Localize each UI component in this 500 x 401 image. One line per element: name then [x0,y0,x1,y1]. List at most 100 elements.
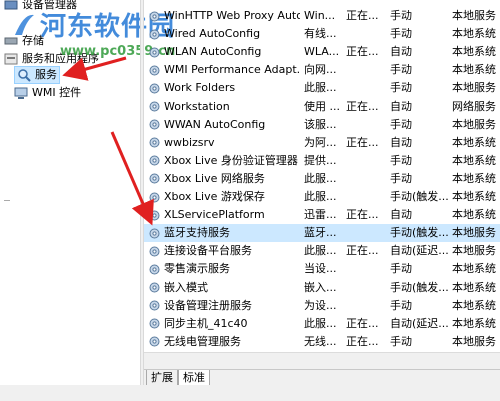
service-row[interactable]: 设备管理注册服务 为设... 手动 本地系统 [144,297,500,315]
service-status: 正在... [346,316,379,330]
service-logon-as: 本地服务 [452,81,496,95]
service-name-cell: WinHTTP Web Proxy Auto... [148,7,300,25]
service-row[interactable]: Workstation 使用 ... 正在... 自动 网络服务 [144,98,500,116]
service-startup-type: 手动 [390,9,412,22]
service-gear-icon [149,101,160,112]
service-startup-type: 自动 [390,135,412,149]
service-name: 嵌入模式 [164,280,208,294]
service-description: 使用 ... [304,99,340,113]
console-tree: 设备管理器 存储 服务和应用程序 服务 WMI 控件 [0,0,140,401]
tree-item-label: 存储 [22,34,44,47]
service-name: Work Folders [164,81,236,95]
service-row[interactable]: Xbox Live 网络服务 此服... 手动 本地系统 [144,170,500,188]
service-description: 提供... [304,153,337,167]
service-logon-as: 网络服务 [452,99,496,113]
service-status: 正在... [346,99,379,113]
service-name: WWAN AutoConfig [164,117,266,131]
service-gear-icon [149,300,160,311]
service-row[interactable]: WWAN AutoConfig 该服... 手动 本地服务 [144,116,500,134]
service-gear-icon [149,192,160,202]
storage-icon [4,34,18,48]
service-name: Xbox Live 网络服务 [164,171,265,185]
service-logon-as: 本地系统 [452,298,496,312]
device-manager-icon [4,0,18,12]
service-startup-type: 手动 [390,27,412,41]
service-row[interactable]: WLAN AutoConfig WLA... 正在... 自动 本地系统 [144,43,500,61]
service-row[interactable]: Xbox Live 身份验证管理器 提供... 手动 本地系统 [144,152,500,170]
service-name: Xbox Live 身份验证管理器 [164,153,298,167]
service-gear-icon [149,29,160,40]
service-name: WinHTTP Web Proxy Auto... [164,9,300,22]
service-startup-type: 手动 [390,153,412,167]
service-name: Workstation [164,99,230,113]
service-row[interactable]: XLServicePlatform 迅雷... 正在... 自动 本地系统 [144,206,500,224]
service-gear-icon [149,65,160,76]
service-status: 正在... [346,9,379,22]
service-row[interactable]: 蓝牙支持服务 蓝牙... 手动(触发... 本地服务 [144,224,500,243]
service-name-cell: 无线电管理服务 [148,333,300,351]
service-logon-as: 本地系统 [452,45,496,59]
tree-item-label: 服务 [35,68,57,81]
service-description: 蓝牙... [304,226,337,240]
service-name-cell: 零售演示服务 [148,260,300,278]
service-name-cell: 蓝牙支持服务 [148,224,300,242]
service-startup-type: 手动 [390,334,412,348]
service-startup-type: 手动 [390,171,412,185]
wmi-icon [14,86,28,100]
service-name: 连接设备平台服务 [164,244,252,258]
service-gear-icon [149,336,160,347]
service-row[interactable]: wwbizsrv 为阿... 正在... 自动 本地系统 [144,134,500,152]
service-row[interactable]: 连接设备平台服务 此服... 正在... 自动(延迟... 本地服务 [144,242,500,260]
service-row[interactable]: 同步主机_41c40 此服... 正在... 自动(延迟... 本地系统 [144,315,500,333]
service-name: WLAN AutoConfig [164,45,262,59]
service-row[interactable]: Xbox Live 游戏保存 此服... 手动(触发... 本地系统 [144,188,500,206]
service-name-cell: 设备管理注册服务 [148,297,300,315]
service-row[interactable]: 零售演示服务 当设... 手动 本地系统 [144,260,500,278]
service-logon-as: 本地系统 [452,280,496,294]
service-startup-type: 手动(触发... [390,280,448,294]
service-description: 为阿... [304,135,337,149]
service-logon-as: 本地服务 [452,117,496,131]
service-description: 为设... [304,298,337,312]
service-startup-type: 手动 [390,298,412,312]
service-status: 正在... [346,45,379,59]
service-logon-as: 本地系统 [452,63,496,77]
service-name-cell: WWAN AutoConfig [148,116,300,134]
service-logon-as: 本地系统 [452,171,496,185]
services-apps-icon [4,52,18,66]
service-row[interactable]: 无线电管理服务 无线... 正在... 手动 本地服务 [144,333,500,351]
service-gear-icon [149,228,160,239]
service-startup-type: 手动(触发... [390,190,448,203]
service-name-cell: 连接设备平台服务 [148,242,300,260]
service-name: 蓝牙支持服务 [164,226,230,240]
tree-item-label: 设备管理器 [22,0,77,11]
service-logon-as: 本地系统 [452,208,496,222]
service-description: 嵌入... [304,280,337,294]
tree-item-device-manager[interactable]: 设备管理器 [4,0,77,14]
tab-standard[interactable]: 标准 [178,370,210,386]
service-row[interactable]: WMI Performance Adapt... 向网... 手动 本地系统 [144,61,500,79]
service-row[interactable]: Wired AutoConfig 有线... 手动 本地系统 [144,25,500,43]
service-description: 迅雷... [304,208,337,222]
tab-extended[interactable]: 扩展 [146,370,178,386]
service-startup-type: 自动 [390,208,412,222]
service-gear-icon [149,210,160,221]
tree-item-services[interactable]: 服务 [14,66,60,84]
service-name-cell: 同步主机_41c40 [148,315,300,333]
service-row[interactable]: 嵌入模式 嵌入... 手动(触发... 本地系统 [144,279,500,297]
service-startup-type: 手动(触发... [390,226,448,240]
service-status: 正在... [346,334,379,348]
tree-item-storage[interactable]: 存储 [4,32,44,50]
service-row[interactable]: WinHTTP Web Proxy Auto... Win... 正在... 手动 本地… [144,7,500,25]
service-gear-icon [149,173,160,184]
tree-dot [4,200,10,201]
service-description: 无线... [304,334,337,348]
service-logon-as: 本地服务 [452,334,496,348]
service-gear-icon [149,155,160,166]
service-row[interactable]: Work Folders 此服... 手动 本地服务 [144,79,500,97]
service-logon-as: 本地系统 [452,27,496,41]
horizontal-scrollbar[interactable] [144,352,500,369]
service-name-cell: wwbizsrv [148,134,300,152]
tree-item-wmi-control[interactable]: WMI 控件 [14,84,81,102]
service-gear-icon [149,83,160,94]
